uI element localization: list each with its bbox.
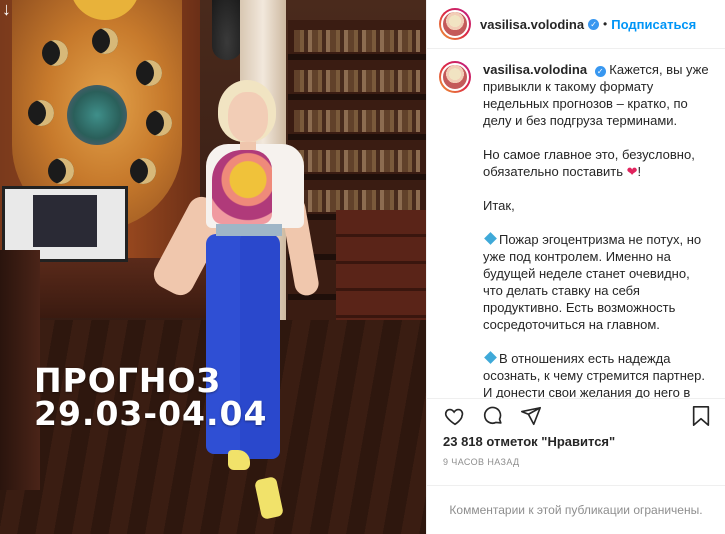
caption-area[interactable]: vasilisa.volodina ✓ Кажется, вы уже прив… xyxy=(427,49,725,400)
photo-lamp xyxy=(212,0,242,60)
header-separator: • xyxy=(603,17,608,32)
verified-badge-icon: ✓ xyxy=(588,18,600,30)
caption-text: vasilisa.volodina ✓ Кажется, вы уже прив… xyxy=(483,61,713,400)
caption-exclamation: ! xyxy=(637,164,642,180)
likes-count[interactable]: 23 818 отметок "Нравится" xyxy=(427,433,725,451)
diamond-emoji-icon xyxy=(484,232,497,246)
post-panel: vasilisa.volodina ✓ • Подписаться vasili… xyxy=(426,0,725,534)
caption-paragraph: В отношениях есть надежда осознать, к че… xyxy=(483,351,705,400)
action-bar xyxy=(427,399,725,433)
comment-bubble-icon[interactable] xyxy=(481,404,505,428)
post-photo[interactable]: ↓ ПРОГНОЗ 29.03-04.04 xyxy=(0,0,426,534)
caption-paragraph: Итак, xyxy=(483,198,515,214)
post-timestamp[interactable]: 9 часов назад xyxy=(427,451,725,469)
post-header: vasilisa.volodina ✓ • Подписаться xyxy=(427,0,725,50)
caption-paragraph: Но самое главное это, безусловно, обязат… xyxy=(483,147,695,180)
follow-button[interactable]: Подписаться xyxy=(611,17,696,32)
caption-paragraph: Пожар эгоцентризма не потух, но уже под … xyxy=(483,232,702,333)
photo-caption: ПРОГНОЗ 29.03-04.04 xyxy=(34,364,267,430)
woman-shoe xyxy=(228,450,250,470)
bookmark-icon[interactable] xyxy=(689,404,713,428)
woman-shirt-print xyxy=(212,150,272,224)
share-plane-icon[interactable] xyxy=(519,404,543,428)
photo-caption-dates: 29.03-04.04 xyxy=(34,394,268,433)
header-username[interactable]: vasilisa.volodina xyxy=(480,17,584,32)
heart-emoji-icon: ❤ xyxy=(626,164,638,180)
verified-badge-icon: ✓ xyxy=(594,65,606,77)
woman-face xyxy=(228,92,268,142)
woman-belt xyxy=(216,224,282,236)
post-dialog: ↓ ПРОГНОЗ 29.03-04.04 vasilisa.volodina … xyxy=(0,0,725,534)
caption-avatar[interactable] xyxy=(439,61,471,94)
down-arrow-icon: ↓ xyxy=(2,0,11,19)
caption-username[interactable]: vasilisa.volodina xyxy=(483,62,587,77)
diamond-emoji-icon xyxy=(484,351,497,365)
photo-caption-title: ПРОГНОЗ xyxy=(34,361,222,400)
avatar[interactable] xyxy=(439,8,471,41)
caption-row: vasilisa.volodina ✓ Кажется, вы уже прив… xyxy=(439,61,713,400)
like-heart-icon[interactable] xyxy=(443,404,467,428)
photo-drawers xyxy=(336,210,426,320)
comments-disabled-notice: Комментарии к этой публикации ограничены… xyxy=(427,485,725,534)
